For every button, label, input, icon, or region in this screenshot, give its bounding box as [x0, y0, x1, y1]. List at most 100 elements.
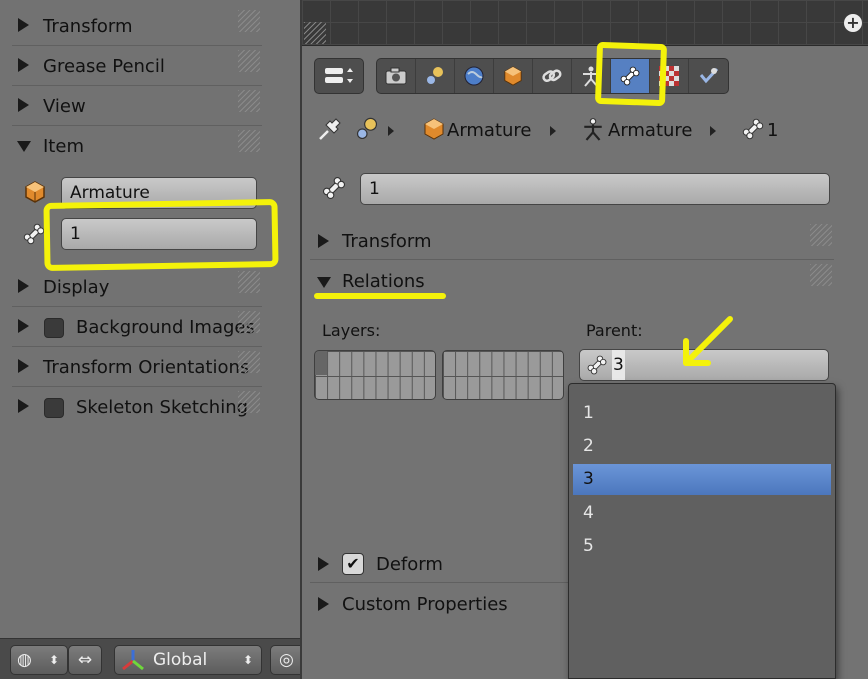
drag-grip-icon[interactable] [810, 264, 832, 286]
bone-constraints-icon[interactable] [689, 59, 728, 93]
pivot-point-selector[interactable]: ◍ ⬍ [10, 645, 68, 675]
panel-title: Custom Properties [342, 594, 508, 615]
underline-annotation [314, 293, 446, 299]
layers-grid-right[interactable] [442, 350, 564, 400]
drag-grip-icon[interactable] [304, 22, 326, 44]
layer-cell-active[interactable] [315, 351, 327, 375]
panel-view[interactable]: View [12, 88, 262, 126]
dropdown-item[interactable]: 4 [573, 498, 831, 529]
panel-title: Display [43, 277, 110, 298]
parent-value: 3 [612, 350, 625, 380]
object-cube-icon [424, 118, 444, 140]
properties-tabs [376, 58, 729, 94]
layers-label: Layers: [322, 321, 381, 340]
bone-name-field[interactable]: 1 [360, 173, 830, 205]
panel-title: Transform [43, 16, 133, 37]
panel-transform[interactable]: Transform [310, 222, 834, 260]
panel-title: Relations [342, 271, 425, 292]
scene-icon [356, 117, 378, 140]
orientation-selector[interactable]: Global ⬍ [114, 645, 262, 675]
deform-checkbox[interactable]: ✔ [342, 553, 364, 575]
render-icon[interactable] [377, 59, 416, 93]
breadcrumb-separator-icon [388, 126, 394, 136]
collapse-arrow-icon[interactable] [18, 18, 29, 32]
drag-grip-icon[interactable] [238, 10, 260, 32]
panel-title: Transform Orientations [43, 357, 250, 378]
collapse-arrow-icon[interactable] [18, 279, 29, 293]
object-name-value: Armature [70, 183, 150, 203]
updown-arrows-icon: ⬍ [242, 653, 253, 667]
enable-checkbox[interactable] [44, 398, 64, 418]
breadcrumb-object[interactable]: Armature [447, 120, 532, 141]
n-panel: Transform Grease Pencil View Item Armatu… [0, 0, 300, 679]
bone-icon [742, 118, 764, 140]
drag-grip-icon[interactable] [238, 351, 260, 373]
collapse-arrow-icon[interactable] [18, 399, 29, 413]
manipulator-icon: ⇔ [77, 650, 93, 670]
breadcrumb-bone[interactable]: 1 [767, 120, 778, 141]
collapse-arrow-icon[interactable] [318, 557, 329, 571]
orientation-value: Global [153, 650, 208, 670]
constraints-icon[interactable] [533, 59, 572, 93]
panel-title: Grease Pencil [43, 56, 165, 77]
panel-skeleton-sketching[interactable]: Skeleton Sketching [12, 389, 262, 427]
highlight-box [43, 198, 279, 272]
bone-name-value: 1 [369, 179, 380, 199]
dropdown-item[interactable]: 1 [573, 398, 831, 429]
collapse-arrow-icon[interactable] [18, 98, 29, 112]
panel-item[interactable]: Item [12, 128, 262, 166]
layers-grid-left[interactable] [314, 350, 436, 400]
world-icon[interactable] [455, 59, 494, 93]
panel-title: Background Images [76, 317, 255, 338]
panel-title: Skeleton Sketching [76, 397, 249, 418]
expand-arrow-icon[interactable] [17, 141, 31, 152]
panel-title: Transform [342, 231, 432, 252]
drag-grip-icon[interactable] [238, 391, 260, 413]
object-cube-icon [25, 181, 45, 203]
breadcrumb-armature[interactable]: Armature [608, 120, 693, 141]
properties-editor-icon[interactable] [315, 59, 363, 93]
collapse-arrow-icon[interactable] [318, 234, 329, 248]
drag-grip-icon[interactable] [238, 271, 260, 293]
dropdown-item-selected[interactable]: 3 [573, 464, 831, 495]
panel-display[interactable]: Display [12, 269, 262, 307]
view-strip: + [302, 0, 868, 46]
scene-icon[interactable] [416, 59, 455, 93]
panel-background-images[interactable]: Background Images [12, 309, 262, 347]
updown-arrows-icon: ⬍ [49, 653, 60, 667]
breadcrumb-separator-icon [550, 126, 556, 136]
bone-icon [587, 355, 607, 375]
highlight-box [594, 41, 668, 107]
editor-type-selector[interactable] [314, 58, 364, 94]
arrow-annotation-icon [683, 316, 733, 366]
enable-checkbox[interactable] [44, 318, 64, 338]
collapse-arrow-icon[interactable] [18, 319, 29, 333]
pivot-icon: ◍ [17, 650, 32, 670]
drag-grip-icon[interactable] [238, 90, 260, 112]
collapse-arrow-icon[interactable] [18, 58, 29, 72]
parent-label: Parent: [586, 321, 643, 340]
panel-transform[interactable]: Transform [12, 8, 262, 46]
drag-grip-icon[interactable] [238, 130, 260, 152]
object-icon[interactable] [494, 59, 533, 93]
plus-icon[interactable]: + [844, 14, 862, 32]
parent-dropdown-menu: 1 2 3 4 5 [568, 383, 836, 679]
manipulator-toggle[interactable]: ⇔ [68, 645, 102, 675]
expand-arrow-icon[interactable] [317, 277, 331, 288]
panel-title: Deform [376, 554, 443, 575]
panel-grease-pencil[interactable]: Grease Pencil [12, 48, 262, 86]
pin-icon[interactable] [316, 117, 344, 143]
panel-transform-orientations[interactable]: Transform Orientations [12, 349, 262, 387]
circle-icon: ◎ [279, 650, 294, 670]
drag-grip-icon[interactable] [238, 50, 260, 72]
dropdown-item[interactable]: 5 [573, 531, 831, 562]
dropdown-item[interactable]: 2 [573, 431, 831, 462]
axes-gizmo-icon [122, 650, 144, 671]
collapse-arrow-icon[interactable] [18, 359, 29, 373]
drag-grip-icon[interactable] [810, 224, 832, 246]
panel-title: Item [43, 136, 84, 157]
drag-grip-icon[interactable] [238, 311, 260, 333]
collapse-arrow-icon[interactable] [318, 597, 329, 611]
breadcrumb-separator-icon [710, 126, 716, 136]
panel-title: View [43, 96, 86, 117]
